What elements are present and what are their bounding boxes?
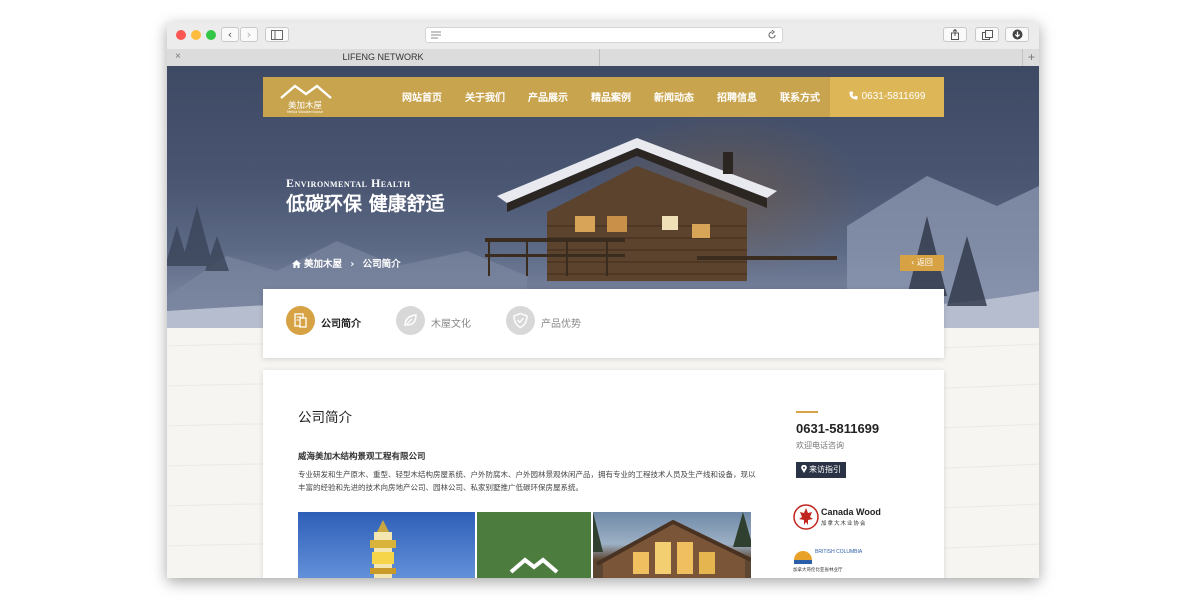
home-icon: [292, 260, 301, 268]
leaf-icon: [396, 306, 425, 335]
minimize-window-button[interactable]: [191, 30, 201, 40]
company-intro-card: 公司简介 威海美加木结构景观工程有限公司 专业研发和生产原木、重型、轻型木结构房…: [263, 370, 944, 578]
logo-subtext: Meijia Woodenhouse: [287, 110, 324, 114]
browser-window: ‹ › × LIFENG NETWORK + 美加木屋 Meijia Woode…: [167, 22, 1039, 578]
lighthouse-photo: [298, 512, 475, 578]
hero-title-cn: 低碳环保 健康舒适: [286, 193, 445, 215]
address-bar[interactable]: [425, 27, 783, 43]
sidebar-phone: 0631-5811699: [796, 421, 880, 436]
section-title: 公司简介: [298, 410, 352, 426]
browser-tab-bar: × LIFENG NETWORK +: [167, 49, 1039, 67]
company-description: 专业研发和生产原木、重型、轻型木结构房屋系统、户外防腐木、户外园林景观休闲产品，…: [298, 470, 756, 492]
phone-icon: [849, 91, 858, 100]
new-tab-icon[interactable]: +: [1022, 49, 1039, 66]
maple-leaf-icon: [793, 504, 819, 530]
tabs-overview-icon[interactable]: [975, 27, 999, 42]
british-columbia-logo[interactable]: BRITISH COLUMBIA 加拿大哥伦比亚省林业厅: [793, 548, 863, 576]
map-pin-icon: [801, 464, 807, 473]
web-page: 美加木屋 Meijia Woodenhouse 网站首页 关于我们 产品展示 精…: [167, 66, 1039, 578]
breadcrumb-home[interactable]: 美加木屋: [304, 259, 342, 270]
header-phone-number: 0631-5811699: [861, 91, 926, 102]
sidebar-phone-caption: 欢迎电话咨询: [796, 441, 844, 450]
forward-nav-icon[interactable]: ›: [240, 27, 258, 42]
nav-item-about[interactable]: 关于我们: [465, 89, 505, 104]
header-phone[interactable]: 0631-5811699: [830, 77, 944, 117]
downloads-icon[interactable]: [1005, 27, 1029, 42]
partner-name-cn: 加拿大木业协会: [821, 521, 867, 527]
site-logo[interactable]: 美加木屋 Meijia Woodenhouse: [279, 83, 333, 114]
main-navbar: 美加木屋 Meijia Woodenhouse 网站首页 关于我们 产品展示 精…: [263, 77, 944, 117]
green-logo-tile: [477, 512, 591, 578]
tab-divider: [599, 49, 600, 66]
nav-item-contact[interactable]: 联系方式: [780, 89, 820, 104]
about-tabs: 公司简介 木屋文化 产品优势: [263, 289, 944, 358]
breadcrumb: 美加木屋 › 公司简介: [292, 256, 401, 270]
tab-label: 产品优势: [541, 319, 581, 330]
breadcrumb-current: 公司简介: [362, 259, 401, 270]
visit-guide-label: 来访指引: [809, 465, 841, 474]
nav-item-news[interactable]: 新闻动态: [654, 89, 694, 104]
close-window-button[interactable]: [176, 30, 186, 40]
canada-wood-logo[interactable]: Canada Wood 加拿大木业协会: [793, 504, 893, 534]
company-name: 威海美加木结构景观工程有限公司: [298, 452, 426, 462]
accent-line: [796, 411, 818, 413]
share-icon[interactable]: [943, 27, 967, 42]
zoom-window-button[interactable]: [206, 30, 216, 40]
back-nav-icon[interactable]: ‹: [221, 27, 239, 42]
nav-item-home[interactable]: 网站首页: [402, 89, 442, 104]
reload-icon[interactable]: [767, 30, 777, 40]
sun-emblem-icon: [794, 551, 812, 564]
partner-name-cn: 加拿大哥伦比亚省林业厅: [793, 568, 843, 573]
browser-tab-title[interactable]: LIFENG NETWORK: [167, 52, 599, 62]
nav-item-jobs[interactable]: 招聘信息: [717, 89, 757, 104]
tab-label: 木屋文化: [431, 319, 471, 330]
back-button[interactable]: ‹ 返回: [900, 255, 944, 271]
wooden-cabin-photo: [593, 512, 751, 578]
shield-icon: [506, 306, 535, 335]
breadcrumb-separator-icon: ›: [350, 259, 355, 270]
document-icon: [286, 306, 315, 335]
nav-item-products[interactable]: 产品展示: [528, 89, 568, 104]
sidebar-toggle-icon[interactable]: [265, 27, 289, 42]
partner-name: BRITISH COLUMBIA: [815, 549, 863, 555]
house-logo-icon: [509, 557, 559, 574]
browser-toolbar: ‹ ›: [167, 22, 1039, 50]
partner-name: Canada Wood: [821, 507, 881, 517]
tab-label: 公司简介: [321, 319, 361, 330]
back-button-label: 返回: [916, 258, 933, 267]
nav-item-cases[interactable]: 精品案例: [591, 89, 631, 104]
visit-guide-button[interactable]: 来访指引: [796, 462, 846, 478]
reader-icon[interactable]: [431, 31, 441, 39]
